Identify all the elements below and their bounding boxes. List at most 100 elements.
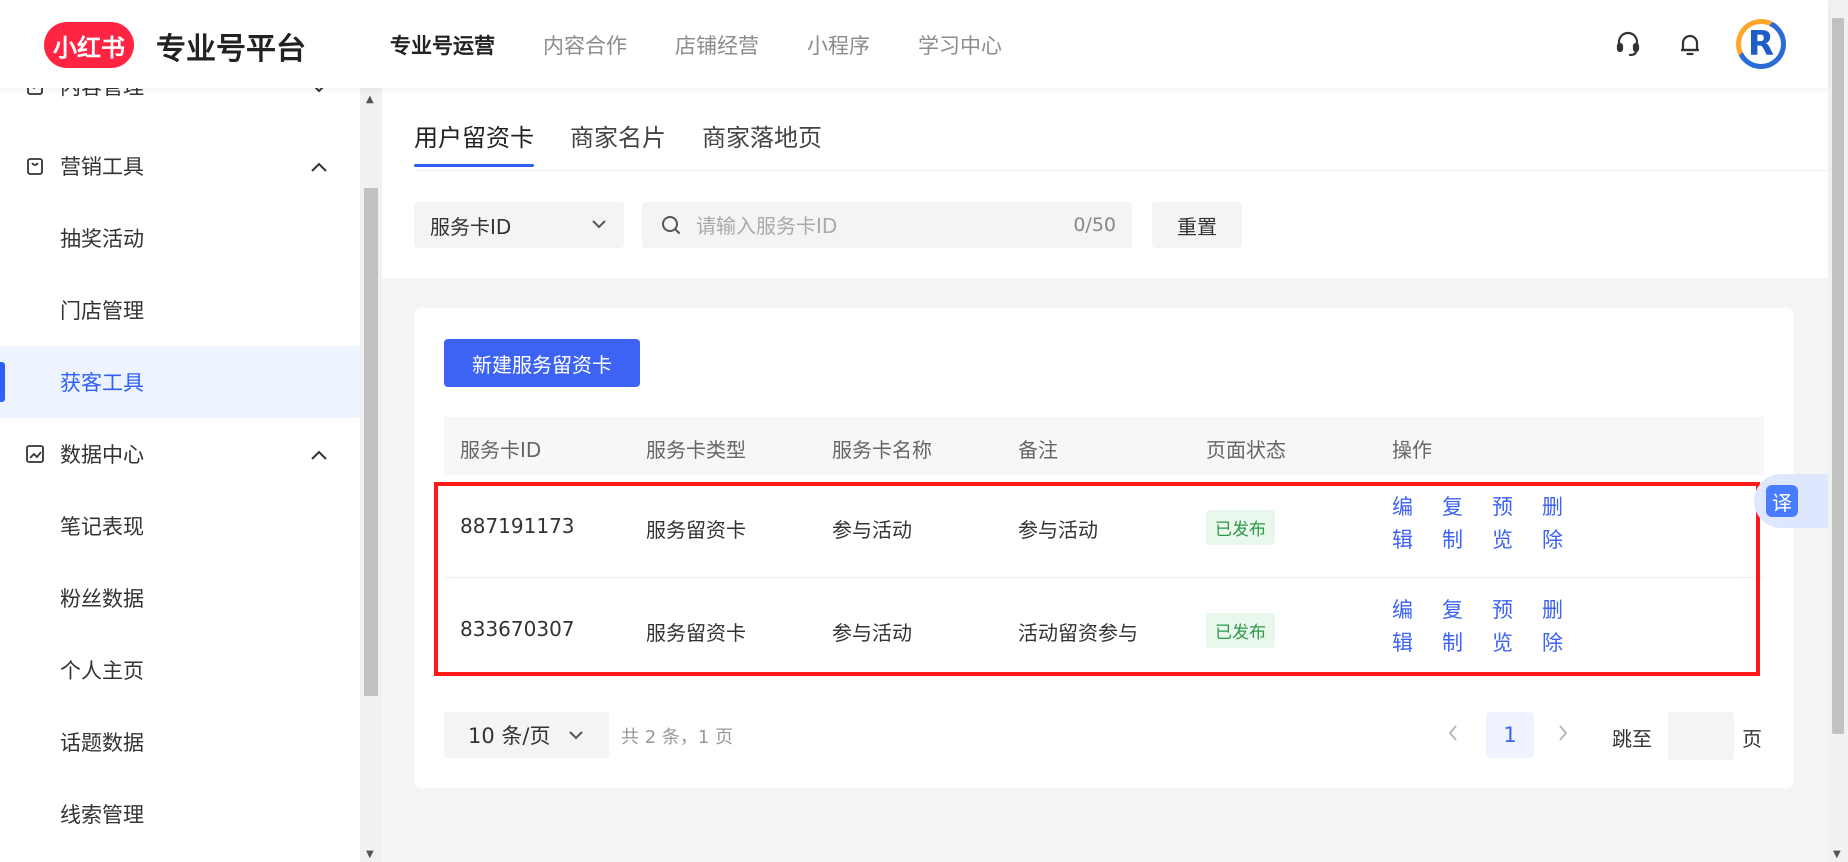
sidebar-item-note-performance[interactable]: 笔记表现	[0, 490, 360, 562]
op-char: 编	[1392, 495, 1413, 519]
op-char: 览	[1492, 631, 1513, 655]
jump-page-input[interactable]	[1668, 712, 1734, 760]
column-header: 操作	[1392, 438, 1432, 462]
chart-icon	[24, 443, 46, 465]
op-char: 制	[1442, 631, 1463, 655]
cell-type: 服务留资卡	[646, 621, 746, 645]
tab-merchant-landing[interactable]: 商家落地页	[702, 118, 822, 167]
search-input[interactable]	[694, 202, 1038, 250]
op-char: 除	[1542, 631, 1563, 655]
op-char: 除	[1542, 528, 1563, 552]
sidebar-item-label: 粉丝数据	[60, 587, 144, 611]
column-header: 服务卡名称	[832, 438, 932, 462]
reset-button[interactable]: 重置	[1152, 202, 1242, 248]
page-size-value: 10 条/页	[468, 724, 551, 748]
op-char: 辑	[1392, 528, 1413, 552]
char-counter: 0/50	[1073, 214, 1116, 236]
sidebar-item-leads[interactable]: 线索管理	[0, 778, 360, 850]
op-char: 复	[1442, 495, 1463, 519]
op-char: 删	[1542, 495, 1563, 519]
sidebar-item-label: 笔记表现	[60, 515, 144, 539]
chevron-up-icon	[310, 442, 328, 466]
scroll-up-arrow-icon[interactable]: ▲	[366, 94, 374, 105]
op-char: 预	[1492, 598, 1513, 622]
cell-type: 服务留资卡	[646, 518, 746, 542]
pagination-info: 共 2 条，1 页	[621, 727, 734, 748]
row-actions: 编辑 复制 预览 删除	[1392, 491, 1592, 557]
sidebar-item-store[interactable]: 门店管理	[0, 274, 360, 346]
sidebar-item-fans-data[interactable]: 粉丝数据	[0, 562, 360, 634]
column-header: 备注	[1018, 438, 1058, 462]
bell-icon[interactable]	[1674, 28, 1706, 60]
op-char: 预	[1492, 495, 1513, 519]
content-doc-icon	[24, 88, 46, 97]
jump-unit-label: 页	[1742, 727, 1762, 751]
sidebar-group-label: 内容管理	[60, 88, 144, 101]
row-actions: 编辑 复制 预览 删除	[1392, 594, 1592, 660]
sidebar-item-lead-tools[interactable]: 获客工具	[0, 346, 360, 418]
new-service-card-button[interactable]: 新建服务留资卡	[444, 339, 640, 387]
translate-float-button[interactable]: 译	[1754, 474, 1828, 528]
tab-user-lead-card[interactable]: 用户留资卡	[414, 118, 534, 167]
sidebar-item-label: 个人主页	[60, 659, 144, 683]
delete-link[interactable]: 删除	[1542, 491, 1592, 557]
search-box: 0/50	[642, 202, 1132, 250]
preview-link[interactable]: 预览	[1492, 594, 1542, 660]
xiaohongshu-logo[interactable]: 小红书	[44, 22, 134, 68]
tab-bar: 用户留资卡 商家名片 商家落地页	[414, 118, 858, 167]
op-char: 编	[1392, 598, 1413, 622]
sidebar: 内容管理 营销工具 抽奖活动 门店管理 获客工具 数据中心 笔记表现 粉丝数据	[0, 88, 360, 862]
sidebar-group-marketing[interactable]: 营销工具	[0, 130, 360, 202]
sidebar-scrollbar[interactable]: ▲ ▼	[360, 88, 382, 862]
op-char: 删	[1542, 598, 1563, 622]
edit-link[interactable]: 编辑	[1392, 594, 1442, 660]
user-avatar[interactable]: R	[1736, 19, 1786, 69]
cell-note: 活动留资参与	[1018, 621, 1138, 645]
op-char: 览	[1492, 528, 1513, 552]
cell-name: 参与活动	[832, 518, 912, 542]
chevron-up-icon	[310, 154, 328, 178]
nav-learning-center[interactable]: 学习中心	[918, 30, 1002, 60]
sidebar-item-lottery[interactable]: 抽奖活动	[0, 202, 360, 274]
nav-content-cooperation[interactable]: 内容合作	[543, 30, 627, 60]
edit-link[interactable]: 编辑	[1392, 491, 1442, 557]
tab-merchant-card[interactable]: 商家名片	[570, 118, 666, 167]
sidebar-item-label: 话题数据	[60, 731, 144, 755]
prev-page-icon[interactable]	[1446, 722, 1460, 749]
sidebar-group-content[interactable]: 内容管理	[0, 88, 360, 122]
nav-store-operation[interactable]: 店铺经营	[675, 30, 759, 60]
page-number-current[interactable]: 1	[1486, 712, 1534, 758]
chevron-down-icon	[310, 88, 328, 98]
tab-divider	[414, 170, 1828, 171]
nav-pro-operation[interactable]: 专业号运营	[390, 30, 495, 60]
table-row: 833670307 服务留资卡 参与活动 活动留资参与 已发布 编辑 复制 预览…	[444, 578, 1764, 680]
cell-name: 参与活动	[832, 621, 912, 645]
sidebar-item-topic-data[interactable]: 话题数据	[0, 706, 360, 778]
table-card: 新建服务留资卡 服务卡ID 服务卡类型 服务卡名称 备注 页面状态 操作 887…	[414, 308, 1794, 788]
status-badge: 已发布	[1206, 510, 1275, 545]
next-page-icon[interactable]	[1556, 722, 1570, 749]
copy-link[interactable]: 复制	[1442, 594, 1492, 660]
copy-link[interactable]: 复制	[1442, 491, 1492, 557]
delete-link[interactable]: 删除	[1542, 594, 1592, 660]
op-char: 辑	[1392, 631, 1413, 655]
sidebar-item-homepage[interactable]: 个人主页	[0, 634, 360, 706]
cell-note: 参与活动	[1018, 518, 1098, 542]
table-header: 服务卡ID 服务卡类型 服务卡名称 备注 页面状态 操作	[444, 417, 1764, 475]
page-scroll-thumb[interactable]	[1832, 18, 1844, 734]
scroll-down-arrow-icon[interactable]: ▼	[366, 849, 374, 860]
nav-mini-program[interactable]: 小程序	[807, 30, 870, 60]
page-scrollbar[interactable]: ▼	[1828, 0, 1848, 862]
preview-link[interactable]: 预览	[1492, 491, 1542, 557]
scroll-down-arrow-icon[interactable]: ▼	[1833, 849, 1841, 860]
search-field-select[interactable]: 服务卡ID	[414, 202, 624, 248]
sidebar-group-data[interactable]: 数据中心	[0, 418, 360, 490]
sidebar-scroll-thumb[interactable]	[364, 188, 378, 696]
table-row: 887191173 服务留资卡 参与活动 参与活动 已发布 编辑 复制 预览 删…	[444, 475, 1764, 578]
column-header: 页面状态	[1206, 438, 1286, 462]
column-header: 服务卡ID	[460, 438, 542, 462]
sidebar-item-label: 线索管理	[60, 803, 144, 827]
headset-icon[interactable]	[1612, 28, 1644, 60]
page-size-select[interactable]: 10 条/页	[444, 712, 609, 758]
status-badge: 已发布	[1206, 613, 1275, 648]
